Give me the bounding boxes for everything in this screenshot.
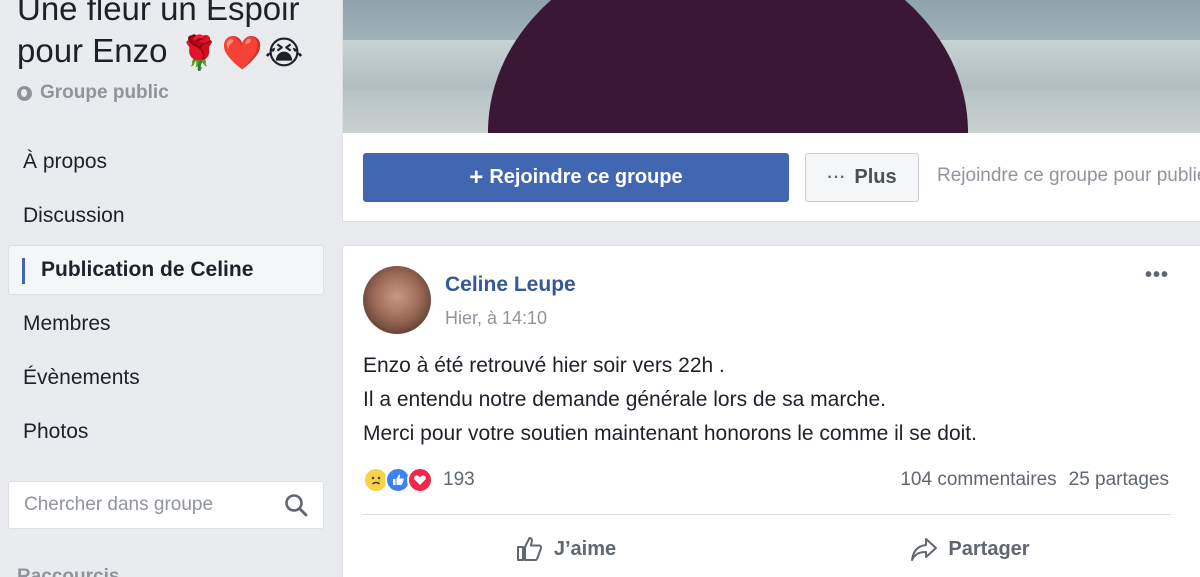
post-line: Il a entendu notre demande générale lors… [363, 388, 887, 411]
nav-item-label: Photos [23, 420, 89, 443]
share-button[interactable]: Partager [767, 526, 1171, 572]
nav-item-label: Membres [23, 312, 111, 335]
group-privacy: Groupe public [17, 82, 169, 104]
search-input[interactable] [24, 494, 274, 516]
rose-emoji-icon: 🌹 [178, 34, 220, 72]
more-label: Plus [854, 166, 897, 188]
more-button[interactable]: ··· Plus [805, 153, 919, 202]
left-sidebar: Une fleur un Espoir pour Enzo 🌹❤️😭 Group… [0, 0, 332, 577]
post-author[interactable]: Celine Leupe [445, 273, 576, 297]
like-button[interactable]: J’aime [363, 526, 767, 572]
reactions-summary[interactable]: 193 [363, 467, 475, 493]
group-search [8, 481, 324, 529]
post-options-icon[interactable]: ••• [1145, 264, 1169, 287]
author-avatar[interactable] [363, 266, 431, 334]
join-group-button[interactable]: + Rejoindre ce groupe [363, 153, 789, 202]
nav-item-discussion[interactable]: Discussion [8, 189, 324, 243]
plus-icon: + [469, 163, 484, 191]
header-actions: + Rejoindre ce groupe ··· Plus [363, 153, 919, 202]
nav-item-photos[interactable]: Photos [8, 405, 324, 459]
love-reaction-icon [407, 467, 433, 493]
nav-item-label: Évènements [23, 366, 140, 389]
heart-emoji-icon: ❤️ [221, 34, 263, 72]
post-line: Enzo à été retrouvé hier soir vers 22h . [363, 354, 725, 377]
cover-person-silhouette [488, 0, 968, 133]
post-card: Celine Leupe Hier, à 14:10 ••• Enzo à ét… [342, 245, 1200, 577]
share-label: Partager [948, 537, 1030, 560]
nav-item-label: Publication de Celine [41, 258, 254, 281]
nav-item-label: À propos [23, 150, 108, 173]
nav-item-about[interactable]: À propos [8, 135, 324, 189]
post-stats: 104 commentaires 25 partages [900, 469, 1169, 491]
join-hint-text: Rejoindre ce groupe pour publier [937, 165, 1200, 186]
post-body: Enzo à été retrouvé hier soir vers 22h .… [363, 349, 1183, 451]
nav-item-events[interactable]: Évènements [8, 351, 324, 405]
share-arrow-icon [911, 538, 938, 561]
crying-emoji-icon: 😭 [264, 34, 304, 72]
group-nav: À propos Discussion Publication de Celin… [8, 135, 324, 459]
group-header: + Rejoindre ce groupe ··· Plus Rejoindre… [342, 0, 1200, 222]
post-timestamp[interactable]: Hier, à 14:10 [445, 308, 547, 329]
cover-photo[interactable] [343, 0, 1200, 133]
shares-count[interactable]: 25 partages [1069, 469, 1169, 491]
group-privacy-label: Groupe public [40, 82, 169, 103]
group-title[interactable]: Une fleur un Espoir pour Enzo 🌹❤️😭 [17, 0, 327, 74]
post-divider [363, 514, 1171, 515]
comments-count[interactable]: 104 commentaires [900, 469, 1056, 491]
join-group-label: Rejoindre ce groupe [489, 166, 683, 188]
more-dots-icon: ··· [827, 168, 847, 186]
reaction-count[interactable]: 193 [443, 469, 475, 491]
like-label: J’aime [553, 537, 617, 560]
thumbs-up-icon [516, 537, 542, 561]
nav-item-label: Discussion [23, 204, 125, 227]
search-icon[interactable] [283, 492, 309, 518]
shortcuts-heading: Raccourcis [17, 566, 120, 577]
globe-icon [17, 85, 32, 101]
nav-item-publication[interactable]: Publication de Celine [8, 245, 324, 295]
nav-item-members[interactable]: Membres [8, 297, 324, 351]
post-line: Merci pour votre soutien maintenant hono… [363, 422, 977, 445]
post-actions: J’aime Partager [363, 526, 1171, 572]
